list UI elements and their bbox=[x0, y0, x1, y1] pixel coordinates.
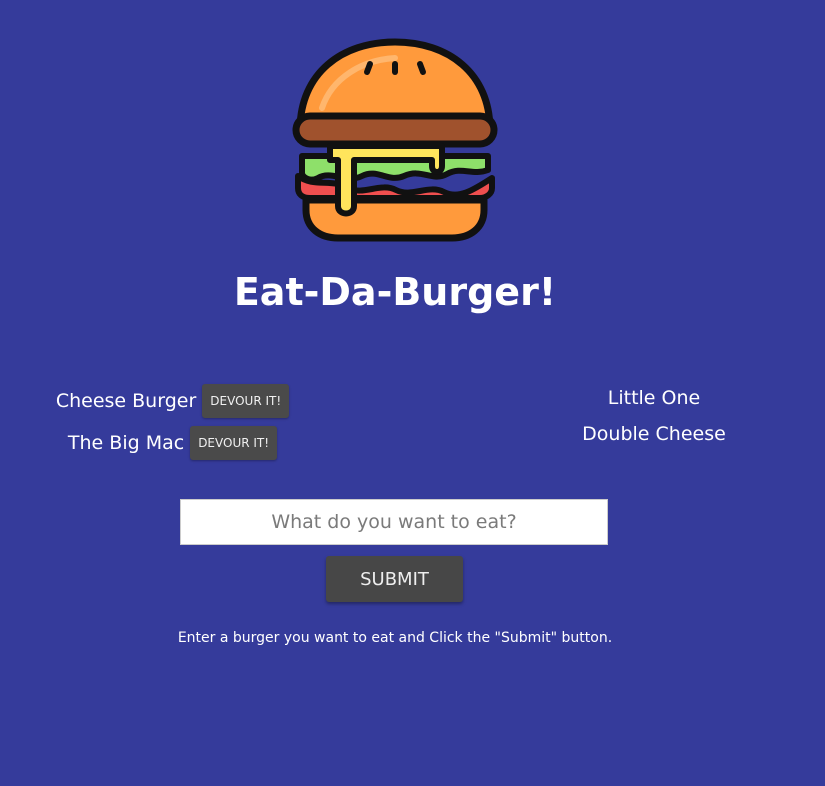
devour-button[interactable]: DEVOUR IT! bbox=[202, 384, 290, 418]
burger-logo bbox=[292, 38, 498, 242]
submit-button[interactable]: SUBMIT bbox=[326, 556, 463, 602]
eaten-burger-item: Little One bbox=[607, 387, 701, 409]
burger-name: The Big Mac bbox=[67, 432, 185, 454]
instructions-text: Enter a burger you want to eat and Click… bbox=[177, 630, 613, 646]
hamburger-icon bbox=[292, 38, 498, 242]
burger-name-input[interactable] bbox=[180, 499, 608, 545]
eaten-burger-item: Double Cheese bbox=[582, 423, 726, 445]
uneaten-burger-list: Cheese Burger DEVOUR IT! The Big Mac DEV… bbox=[0, 380, 345, 464]
eaten-burger-list: Little One Double Cheese bbox=[484, 380, 824, 452]
burger-name: Cheese Burger bbox=[55, 390, 197, 412]
burger-row-big-mac: The Big Mac DEVOUR IT! bbox=[0, 422, 345, 464]
devour-button[interactable]: DEVOUR IT! bbox=[190, 426, 278, 460]
page-title: Eat-Da-Burger! bbox=[233, 270, 557, 314]
burger-row-cheese-burger: Cheese Burger DEVOUR IT! bbox=[0, 380, 345, 422]
